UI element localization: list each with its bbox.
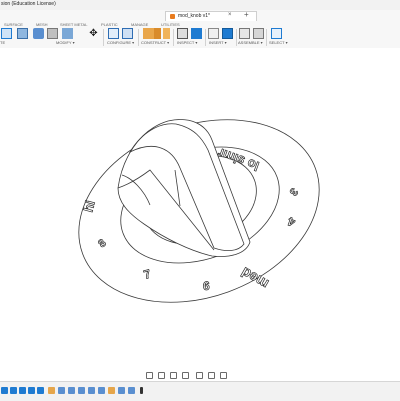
fit-icon[interactable] [182,372,189,379]
toolbar-separator [236,29,237,46]
timeline-feature-icon[interactable] [88,387,95,394]
timeline-feature-icon[interactable] [48,387,55,394]
interference-icon[interactable] [191,28,202,39]
pan-icon[interactable] [158,372,165,379]
tab-manage[interactable]: MANAGE [131,22,148,27]
first-icon[interactable] [1,387,8,394]
box-icon[interactable] [1,28,12,39]
measure-icon[interactable] [177,28,188,39]
group-construct[interactable]: CONSTRUCT ▾ [141,40,169,45]
dial-label-7: 7 [142,267,152,282]
toolbar-separator [205,29,206,46]
group-select[interactable]: SELECT ▾ [269,40,288,45]
group-configure[interactable]: CONFIGURE ▾ [107,40,134,45]
timeline-feature-icon[interactable] [108,387,115,394]
viewport-canvas[interactable]: hi 8 7 6 med 4 3 lo simr [0,48,400,377]
timeline-feature-icon[interactable] [118,387,125,394]
new-tab-icon[interactable]: + [244,10,249,20]
fillet-icon[interactable] [33,28,44,39]
app-title: sion (Education License) [1,1,56,7]
play-icon[interactable] [19,387,26,394]
close-tab-icon[interactable]: × [228,11,232,20]
display-settings-icon[interactable] [196,372,203,379]
configure-gear-icon[interactable] [122,28,133,39]
dial-label-3: 3 [287,185,300,197]
ribbon-toolbar: SURFACE MESH SHEET METAL PLASTIC MANAGE … [0,21,400,49]
axis-icon[interactable] [154,28,161,39]
knob-model: hi 8 7 6 med 4 3 lo simr [78,119,320,303]
viewport-settings-icon[interactable] [220,372,227,379]
dial-label-8: 8 [96,237,108,250]
zoom-icon[interactable] [170,372,177,379]
toolbar-separator [138,29,139,46]
tab-sheet-metal[interactable]: SHEET METAL [60,22,87,27]
timeline-bar [0,381,400,401]
document-icon [170,14,175,19]
dial-label-hi: hi [80,199,97,214]
move-icon[interactable]: ✥ [88,28,99,39]
point-icon[interactable] [163,28,170,39]
dial-label-4: 4 [286,214,297,230]
group-modify[interactable]: MODIFY ▾ [56,40,75,45]
toolbar-separator [266,29,267,46]
next-icon[interactable] [28,387,35,394]
tab-plastic[interactable]: PLASTIC [101,22,118,27]
timeline-feature-icon[interactable] [78,387,85,394]
timeline-feature-icon[interactable] [98,387,105,394]
group-insert[interactable]: INSERT ▾ [209,40,227,45]
knob-handle [117,119,251,257]
document-tab-title: mod_knob v1* [178,13,210,19]
offset-plane-icon[interactable] [143,28,154,39]
tab-utilities[interactable]: UTILITIES [161,22,180,27]
insert-image-icon[interactable] [222,28,233,39]
timeline-feature-icon[interactable] [128,387,135,394]
leading-group-fragment[interactable]: TE [0,40,5,45]
timeline-feature-icon[interactable] [58,387,65,394]
grid-settings-icon[interactable] [208,372,215,379]
viewport-nav-bar [138,371,270,381]
insert-derive-icon[interactable] [208,28,219,39]
timeline-feature-icon[interactable] [68,387,75,394]
joint-icon[interactable] [239,28,250,39]
toolbar-separator [173,29,174,46]
chamfer-icon[interactable] [47,28,58,39]
group-inspect[interactable]: INSPECT ▾ [177,40,197,45]
orbit-icon[interactable] [146,372,153,379]
tab-mesh[interactable]: MESH [36,22,48,27]
toolbar-separator [103,29,104,46]
push-pull-icon[interactable] [17,28,28,39]
timeline-marker[interactable] [140,387,143,394]
dial-label-med: med [238,264,271,292]
last-icon[interactable] [37,387,44,394]
configure-table-icon[interactable] [108,28,119,39]
joint-origin-icon[interactable] [253,28,264,39]
group-assemble[interactable]: ASSEMBLE ▾ [238,40,263,45]
tab-surface[interactable]: SURFACE [4,22,23,27]
prev-icon[interactable] [10,387,17,394]
document-tab-bar: mod_knob v1* × + [0,10,400,30]
dial-label-6: 6 [203,279,210,293]
select-icon[interactable] [271,28,282,39]
shell-icon[interactable] [62,28,73,39]
